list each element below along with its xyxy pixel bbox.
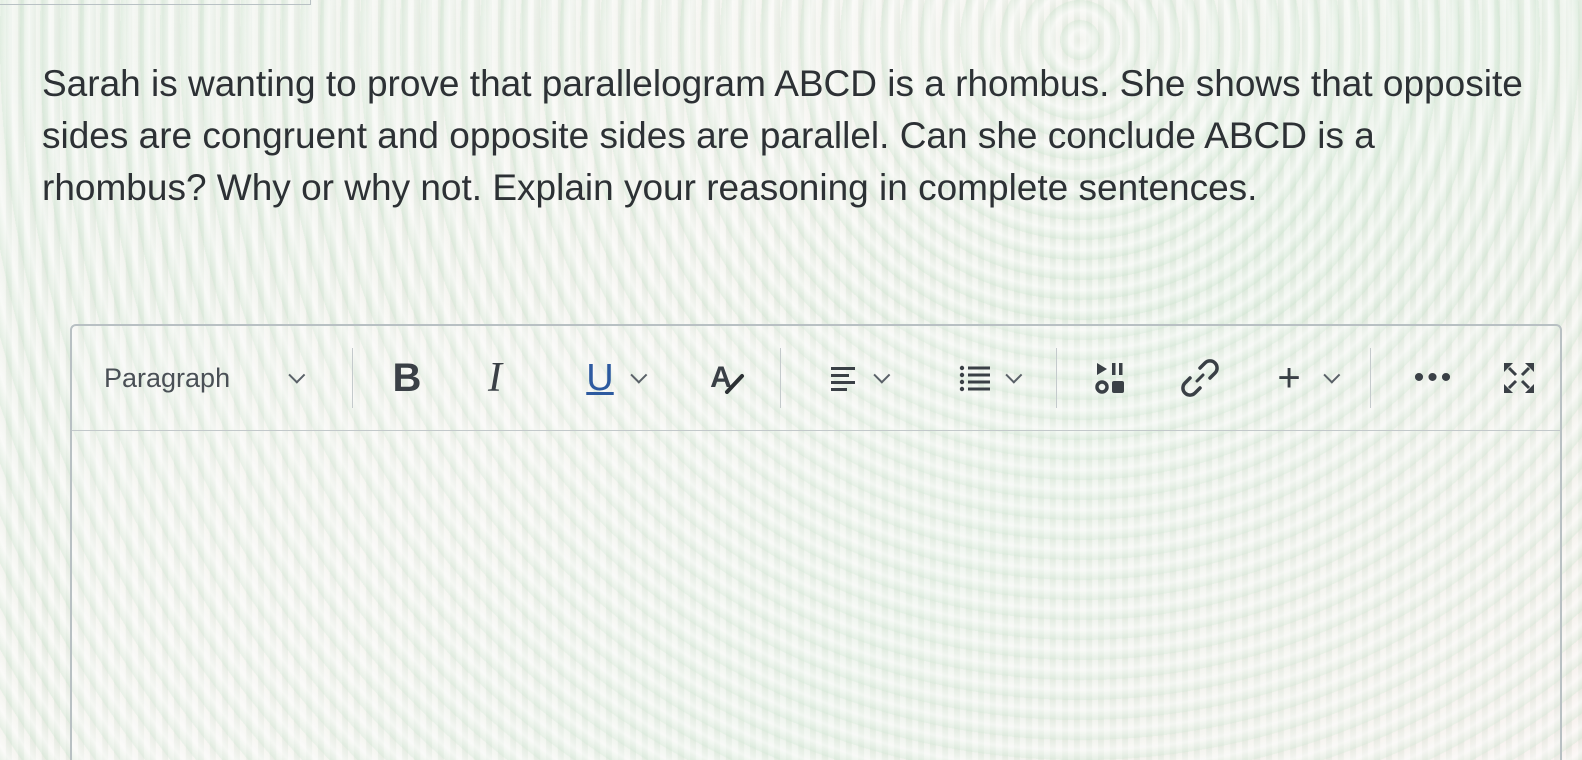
align-left-icon (831, 367, 855, 391)
chevron-down-icon (630, 366, 648, 384)
block-format-select[interactable]: Paragraph (104, 326, 324, 430)
editor-content-area[interactable] (72, 432, 1560, 760)
text-color-button[interactable]: A (700, 326, 756, 430)
text-color-pen-icon (724, 374, 744, 394)
fullscreen-icon (1504, 363, 1534, 393)
more-options-button[interactable]: ••• (1406, 326, 1462, 430)
align-button[interactable] (812, 326, 902, 430)
insert-label: + (1277, 355, 1301, 400)
media-icon (1095, 363, 1124, 394)
chevron-down-icon (1323, 366, 1340, 384)
editor-toolbar: Paragraph B I U A + ••• (72, 326, 1560, 431)
fullscreen-button[interactable] (1494, 326, 1544, 430)
toolbar-divider (1370, 348, 1371, 408)
insert-menu-button[interactable]: + (1268, 326, 1344, 430)
insert-link-button[interactable] (1172, 326, 1228, 430)
toolbar-divider (1056, 348, 1057, 408)
toolbar-divider (780, 348, 781, 408)
underline-label: U (586, 356, 614, 399)
chevron-down-icon (873, 366, 891, 384)
question-text: Sarah is wanting to prove that parallelo… (42, 63, 1523, 208)
chevron-down-icon (1005, 366, 1023, 384)
list-button[interactable] (942, 326, 1034, 430)
block-format-label: Paragraph (104, 362, 231, 393)
link-icon (1181, 359, 1219, 397)
italic-button[interactable]: I (470, 326, 520, 430)
rich-text-editor: Paragraph B I U A + ••• (70, 324, 1562, 760)
toolbar-divider (352, 348, 353, 408)
top-frame-edge (0, 0, 311, 5)
chevron-down-icon (288, 366, 306, 384)
bullet-list-icon (959, 365, 990, 392)
insert-media-button[interactable] (1084, 326, 1138, 430)
bold-button[interactable]: B (384, 326, 430, 430)
underline-button[interactable]: U (572, 326, 656, 430)
